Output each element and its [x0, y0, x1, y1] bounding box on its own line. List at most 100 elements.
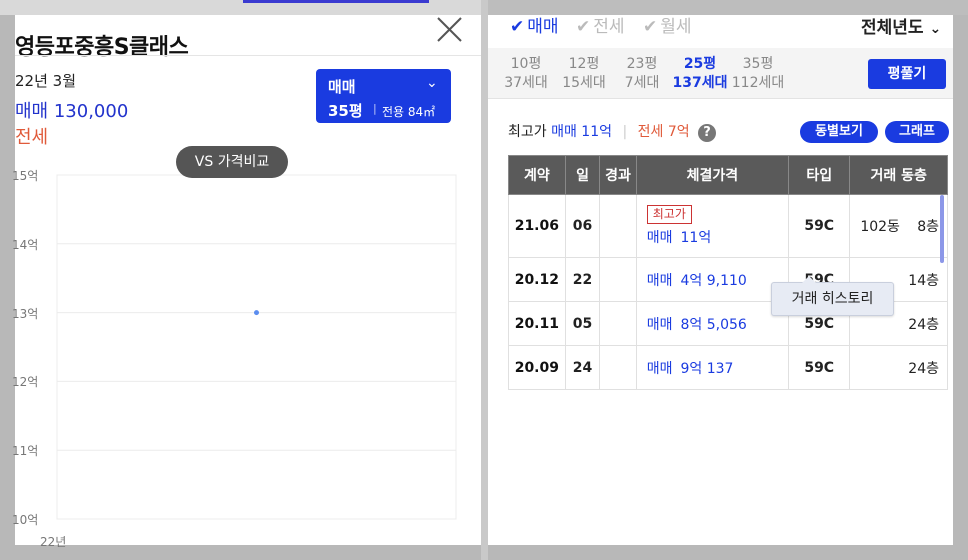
- y-tick: 14억: [12, 237, 39, 252]
- data-point[interactable]: [254, 310, 259, 316]
- deal-date: 20.09: [508, 345, 566, 390]
- help-icon[interactable]: ?: [698, 124, 717, 142]
- pyeong-label: 35평: [328, 102, 363, 120]
- filter-jeonse[interactable]: ✔ 전세: [576, 12, 625, 37]
- trade-type-label: 매매: [328, 78, 356, 96]
- deal-kind: 매매: [646, 360, 673, 377]
- y-tick: 13억: [12, 306, 39, 321]
- deal-price-cell: 매매 8억 5,056: [635, 301, 790, 346]
- deal-price-cell: 최고가매매 11억: [635, 194, 790, 258]
- filter-jeonse-label: 전세: [593, 17, 625, 37]
- filter-sale[interactable]: ✔ 매매: [510, 12, 559, 37]
- filter-sale-label: 매매: [527, 17, 559, 37]
- size-tab[interactable]: 25평 137세대: [671, 55, 729, 93]
- table-row[interactable]: 21.06 06 최고가 매매 11억 59C 102동 8층: [508, 194, 948, 258]
- title-divider: [15, 55, 481, 56]
- deal-kind: 매매: [646, 316, 673, 333]
- selected-date: 22년 3월: [15, 72, 76, 90]
- max-price-label: 최고가: [508, 124, 547, 140]
- size-tabs: 10평 37세대 12평 15세대 23평 7세대 25평 137세대 35평 112세대 평풀기: [488, 48, 953, 99]
- y-tick: 15억: [12, 169, 39, 183]
- deal-floor: 8층: [917, 219, 939, 235]
- size-tab[interactable]: 10평 37세대: [497, 55, 555, 93]
- size-tab-pyeong: 35평: [742, 56, 774, 72]
- deal-date: 20.12: [508, 257, 566, 302]
- deal-elapsed: [599, 301, 637, 346]
- deal-kind: 매매: [646, 230, 673, 246]
- table-row[interactable]: 20.09 24 매매 9억 137 59C 24층: [508, 345, 948, 390]
- x-tick: 22년: [40, 535, 67, 549]
- deal-building-floor: 102동 8층: [849, 194, 948, 258]
- size-tab-pyeong: 12평: [568, 56, 600, 72]
- chevron-down-icon: ⌄: [426, 75, 438, 91]
- filter-monthly-label: 월세: [660, 17, 692, 37]
- year-select[interactable]: 전체년도 ⌄: [861, 13, 941, 38]
- max-price-row: 최고가 매매 11억 | 전세 7억 ?: [508, 121, 717, 142]
- deal-building-floor: 24층: [849, 345, 948, 390]
- complex-title: 영등포중흥S클래스: [15, 35, 189, 60]
- deal-type: 59C: [788, 194, 851, 258]
- size-tab-units: 112세대: [731, 75, 785, 91]
- deal-building: 102동: [860, 219, 900, 235]
- max-jeonse-price: 전세 7억: [637, 124, 690, 140]
- panel-separator: [481, 0, 488, 560]
- size-tab-units: 15세대: [562, 75, 606, 91]
- tooltip-notch: [802, 276, 816, 283]
- size-tab[interactable]: 35평 112세대: [729, 55, 787, 93]
- check-icon: ✔: [510, 17, 525, 37]
- history-tooltip: 거래 히스토리: [771, 276, 894, 316]
- size-tab[interactable]: 23평 7세대: [613, 55, 671, 93]
- col-price: 체결가격: [635, 155, 790, 195]
- price-chart: [56, 174, 457, 520]
- table-header: 계약 일 경과 체결가격 타입 거래 동층: [508, 155, 948, 195]
- col-contract: 계약: [508, 155, 566, 195]
- deal-elapsed: [599, 345, 637, 390]
- deal-day: 06: [564, 194, 601, 258]
- graph-button[interactable]: 그래프: [885, 121, 949, 143]
- deal-price-cell: 매매 9억 137: [635, 345, 790, 390]
- size-tab-units: 7세대: [624, 75, 660, 91]
- vs-compare-button[interactable]: VS 가격비교: [176, 146, 288, 178]
- table-scrollbar[interactable]: [940, 195, 944, 263]
- by-building-button[interactable]: 동별보기: [800, 121, 878, 143]
- tooltip-text: 거래 히스토리: [791, 291, 874, 307]
- year-select-label: 전체년도: [861, 18, 924, 38]
- y-tick: 12억: [12, 375, 39, 390]
- deal-price-cell: 매매 4억 9,110: [635, 257, 790, 302]
- close-icon[interactable]: [435, 15, 465, 45]
- deal-day: 05: [564, 301, 601, 346]
- selected-sale-price: 매매 130,000: [15, 101, 129, 122]
- plot-frame: [56, 174, 457, 520]
- size-expand-button[interactable]: 평풀기: [868, 59, 946, 89]
- transaction-panel: ✔ 매매 ✔ 전세 ✔ 월세 전체년도 ⌄ 10평 37세대 12평 15세대 23평 7세대 2…: [488, 15, 953, 545]
- filter-monthly[interactable]: ✔ 월세: [643, 12, 692, 37]
- exclusive-area-label: 전용 84㎡: [382, 105, 436, 119]
- size-tab[interactable]: 12평 15세대: [555, 55, 613, 93]
- deal-elapsed: [599, 257, 637, 302]
- check-icon: ✔: [643, 17, 658, 37]
- transaction-table: 계약 일 경과 체결가격 타입 거래 동층 21.06 06 최고가 매매 11억 59C…: [508, 155, 948, 390]
- y-tick: 10억: [12, 513, 39, 527]
- top-accent-bar: [243, 0, 429, 3]
- deal-floor: 24층: [908, 360, 939, 377]
- y-tick: 11억: [12, 444, 39, 459]
- col-day: 일: [564, 155, 601, 195]
- deal-price: 11억: [680, 230, 712, 246]
- deal-kind: 매매: [646, 272, 673, 289]
- col-elapsed: 경과: [599, 155, 637, 195]
- jeonse-label: 전세: [15, 127, 49, 148]
- size-tab-pyeong: 23평: [626, 56, 658, 72]
- price-detail-panel: 영등포중흥S클래스 22년 3월 매매 130,000 전세 매매 ⌄ 35평 …: [12, 15, 481, 549]
- max-sale-price: 매매 11억: [551, 124, 612, 140]
- deal-day: 24: [564, 345, 601, 390]
- size-tab-pyeong: 10평: [510, 56, 542, 72]
- deal-floor: 24층: [908, 316, 939, 333]
- deal-day: 22: [564, 257, 601, 302]
- deal-floor: 14층: [908, 272, 939, 289]
- chevron-down-icon: ⌄: [929, 21, 942, 37]
- trade-type-selector[interactable]: 매매 ⌄ 35평 | 전용 84㎡: [316, 69, 451, 123]
- max-price-badge: 최고가: [646, 205, 692, 224]
- size-tab-units: 137세대: [672, 75, 728, 91]
- deal-elapsed: [599, 194, 637, 258]
- col-building-floor: 거래 동층: [849, 155, 948, 195]
